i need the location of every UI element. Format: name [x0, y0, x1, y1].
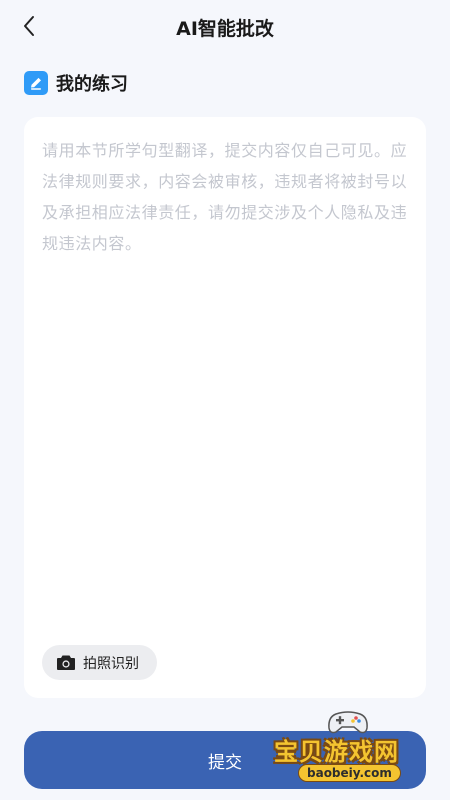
pencil-icon: [24, 71, 48, 95]
section-header: 我的练习: [24, 70, 128, 96]
submit-button[interactable]: 提交: [24, 731, 426, 789]
section-title: 我的练习: [56, 74, 128, 95]
practice-card: 拍照识别: [24, 117, 426, 698]
camera-icon: [57, 655, 75, 670]
practice-input[interactable]: [42, 135, 408, 635]
page-title: AI智能批改: [176, 18, 274, 40]
photo-recognition-label: 拍照识别: [83, 655, 139, 672]
photo-recognition-button[interactable]: 拍照识别: [42, 645, 157, 680]
nav-bar: AI智能批改: [0, 0, 450, 52]
